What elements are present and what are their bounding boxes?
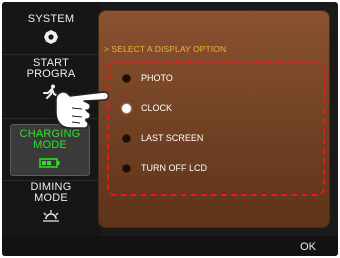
option-photo[interactable]: PHOTO [122,73,173,83]
option-label: PHOTO [141,73,173,83]
option-label: TURN OFF LCD [141,163,207,173]
sun-dim-icon [41,208,61,224]
pointing-hand-icon [48,78,118,138]
option-last-screen[interactable]: LAST SCREEN [122,133,203,143]
radio-button[interactable] [122,73,131,83]
option-clock[interactable]: CLOCK [122,103,172,113]
divider [2,54,100,55]
radio-button[interactable] [122,163,131,173]
sidebar-item-label: DIMING MODE [30,181,72,204]
option-turn-off-lcd[interactable]: TURN OFF LCD [122,163,207,173]
radio-button[interactable] [122,133,131,143]
radio-button-selected[interactable] [122,103,131,113]
sidebar-item-system[interactable]: SYSTEM [2,14,100,45]
sidebar-item-dimming-mode[interactable]: DIMING MODE [2,182,100,224]
ok-button[interactable]: OK [300,241,316,253]
battery-icon [39,155,61,171]
bottom-bar [2,236,338,256]
option-label: CLOCK [141,103,173,113]
sidebar-item-label: START PROGRA [26,57,76,80]
gear-icon [43,29,59,45]
panel-prompt: > SELECT A DISPLAY OPTION [104,44,227,54]
option-label: LAST SCREEN [141,133,204,143]
display-options-panel: > SELECT A DISPLAY OPTION PHOTO CLOCK LA… [98,10,330,228]
sidebar-item-label: SYSTEM [27,13,75,25]
